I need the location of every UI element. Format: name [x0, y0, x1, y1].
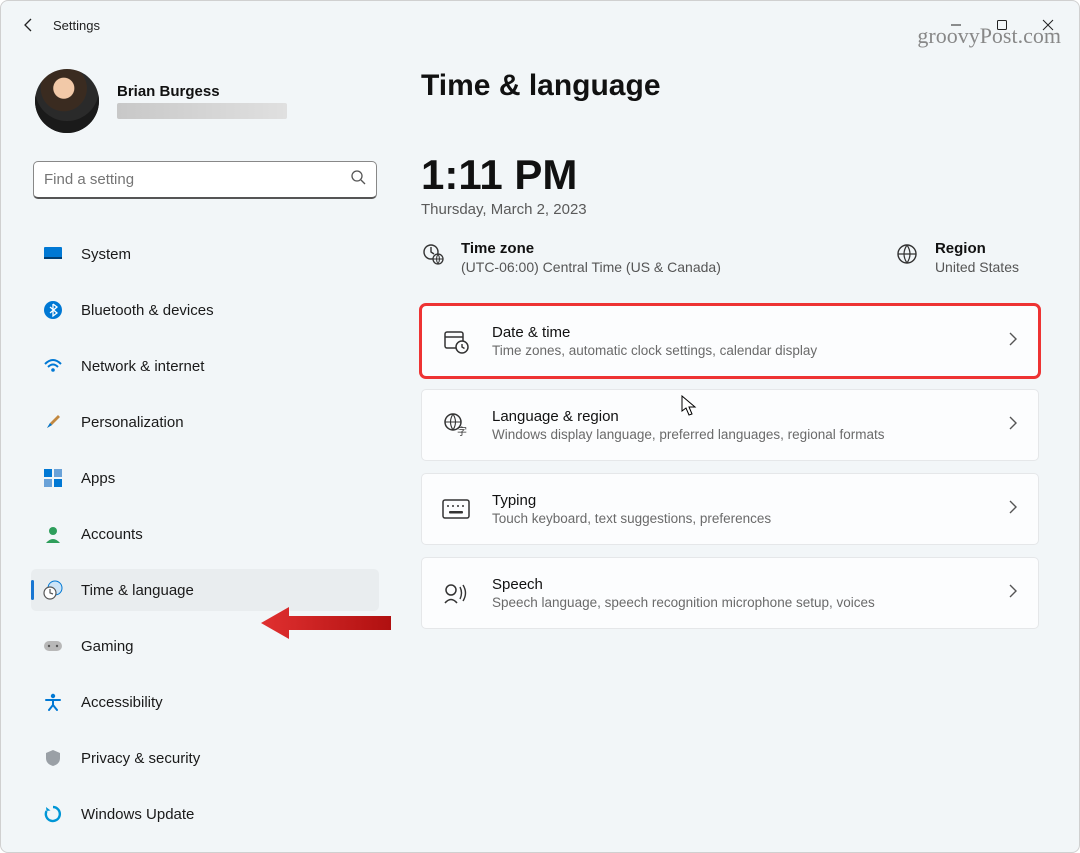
nav-list: System Bluetooth & devices Network & int… [29, 227, 381, 841]
accessibility-icon [43, 692, 63, 712]
svg-text:字: 字 [457, 425, 467, 438]
brush-icon [43, 412, 63, 432]
card-date-time[interactable]: Date & time Time zones, automatic clock … [421, 305, 1039, 377]
keyboard-icon [442, 495, 470, 523]
nav-label: Privacy & security [81, 750, 200, 767]
person-icon [43, 524, 63, 544]
profile-text: Brian Burgess [117, 83, 287, 119]
card-speech[interactable]: Speech Speech language, speech recogniti… [421, 557, 1039, 629]
main-panel: Time & language 1:11 PM Thursday, March … [391, 49, 1069, 852]
nav-accounts[interactable]: Accounts [31, 513, 379, 555]
nav-system[interactable]: System [31, 233, 379, 275]
profile-email-redacted [117, 103, 287, 119]
date-display: Thursday, March 2, 2023 [421, 201, 1039, 218]
region-summary[interactable]: Region United States [895, 240, 1019, 275]
card-title: Speech [492, 576, 875, 593]
timezone-value: (UTC-06:00) Central Time (US & Canada) [461, 259, 721, 275]
clock-display: 1:11 PM [421, 151, 1039, 199]
nav-time-language[interactable]: Time & language [31, 569, 379, 611]
app-title: Settings [53, 18, 100, 33]
nav-label: Windows Update [81, 806, 194, 823]
back-button[interactable] [9, 5, 49, 45]
minimize-button[interactable] [933, 9, 979, 41]
nav-bluetooth[interactable]: Bluetooth & devices [31, 289, 379, 331]
nav-apps[interactable]: Apps [31, 457, 379, 499]
settings-window: Settings groovyPost.com Brian Burgess [0, 0, 1080, 853]
search-box[interactable] [33, 161, 377, 199]
clock-globe-icon [43, 580, 63, 600]
nav-label: Accessibility [81, 694, 163, 711]
nav-label: Time & language [81, 582, 194, 599]
card-subtitle: Windows display language, preferred lang… [492, 427, 884, 442]
nav-gaming[interactable]: Gaming [31, 625, 379, 667]
card-subtitle: Touch keyboard, text suggestions, prefer… [492, 511, 771, 526]
update-icon [43, 804, 63, 824]
settings-cards: Date & time Time zones, automatic clock … [421, 305, 1039, 629]
region-label: Region [935, 240, 1019, 257]
close-button[interactable] [1025, 9, 1071, 41]
search-input[interactable] [44, 171, 350, 188]
timezone-summary[interactable]: Time zone (UTC-06:00) Central Time (US &… [421, 240, 721, 275]
region-value: United States [935, 259, 1019, 275]
chevron-right-icon [1008, 584, 1018, 603]
avatar [35, 69, 99, 133]
nav-label: System [81, 246, 131, 263]
card-subtitle: Time zones, automatic clock settings, ca… [492, 343, 817, 358]
nav-label: Apps [81, 470, 115, 487]
speech-icon [442, 579, 470, 607]
card-title: Language & region [492, 408, 884, 425]
nav-personalization[interactable]: Personalization [31, 401, 379, 443]
card-title: Date & time [492, 324, 817, 341]
sidebar: Brian Burgess System Bluetooth & devices [11, 49, 391, 852]
nav-label: Gaming [81, 638, 134, 655]
timezone-icon [421, 242, 445, 266]
nav-network[interactable]: Network & internet [31, 345, 379, 387]
profile-block[interactable]: Brian Burgess [29, 69, 381, 133]
profile-name: Brian Burgess [117, 83, 287, 100]
window-controls [933, 9, 1071, 41]
search-icon [350, 169, 366, 190]
shield-icon [43, 748, 63, 768]
chevron-right-icon [1008, 500, 1018, 519]
nav-privacy[interactable]: Privacy & security [31, 737, 379, 779]
summary-row: Time zone (UTC-06:00) Central Time (US &… [421, 240, 1039, 275]
maximize-button[interactable] [979, 9, 1025, 41]
wifi-icon [43, 356, 63, 376]
page-title: Time & language [421, 69, 1039, 103]
card-title: Typing [492, 492, 771, 509]
gamepad-icon [43, 636, 63, 656]
card-subtitle: Speech language, speech recognition micr… [492, 595, 875, 610]
language-icon: 字 [442, 411, 470, 439]
nav-accessibility[interactable]: Accessibility [31, 681, 379, 723]
nav-label: Bluetooth & devices [81, 302, 214, 319]
globe-icon [895, 242, 919, 266]
monitor-icon [43, 244, 63, 264]
chevron-right-icon [1008, 416, 1018, 435]
bluetooth-icon [43, 300, 63, 320]
card-typing[interactable]: Typing Touch keyboard, text suggestions,… [421, 473, 1039, 545]
titlebar: Settings [1, 1, 1079, 49]
content-area: Brian Burgess System Bluetooth & devices [1, 49, 1079, 852]
chevron-right-icon [1008, 332, 1018, 351]
nav-label: Network & internet [81, 358, 204, 375]
nav-label: Accounts [81, 526, 143, 543]
card-language-region[interactable]: 字 Language & region Windows display lang… [421, 389, 1039, 461]
calendar-clock-icon [442, 327, 470, 355]
timezone-label: Time zone [461, 240, 721, 257]
nav-windows-update[interactable]: Windows Update [31, 793, 379, 835]
nav-label: Personalization [81, 414, 184, 431]
apps-icon [43, 468, 63, 488]
